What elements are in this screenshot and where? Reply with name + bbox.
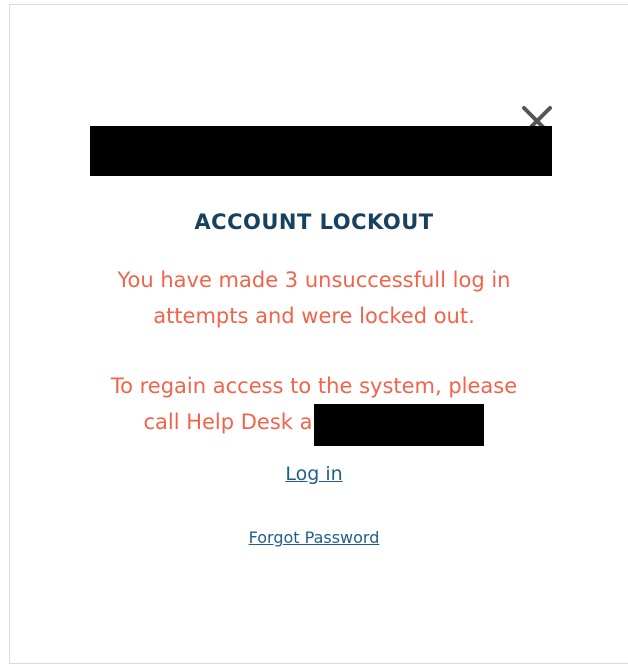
logo-redaction: [90, 126, 552, 176]
login-link[interactable]: Log in: [285, 463, 342, 485]
forgot-password-link[interactable]: Forgot Password: [249, 528, 380, 547]
lockout-message-line2: attempts and were locked out.: [153, 304, 475, 328]
login-link-row: Log in: [0, 463, 628, 485]
lockout-dialog: [9, 4, 628, 664]
lockout-message-line1: You have made 3 unsuccessfull log in: [117, 268, 511, 292]
dialog-title: ACCOUNT LOCKOUT: [194, 210, 434, 234]
phone-number-redaction: [314, 404, 484, 446]
instructions-line1: To regain access to the system, please: [110, 374, 518, 398]
lockout-message: You have made 3 unsuccessfull log in att…: [0, 262, 628, 334]
forgot-password-row: Forgot Password: [0, 528, 628, 547]
instructions-line2-text: call Help Desk a: [143, 410, 313, 434]
